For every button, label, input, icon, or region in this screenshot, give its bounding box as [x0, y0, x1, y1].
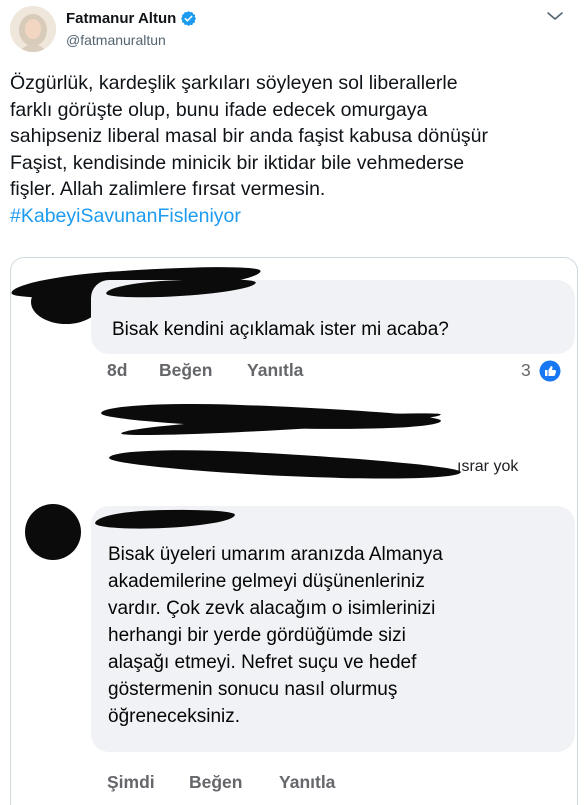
author-name-row: Fatmanur Altun: [66, 10, 197, 27]
hashtag-link[interactable]: #KabeyiSavunanFisleniyor: [10, 205, 241, 227]
tweet-line: farklı görüşte olup, bunu ifade edecek o…: [10, 98, 428, 121]
comment-time: Şimdi: [107, 772, 155, 792]
reply-button[interactable]: Yanıtla: [247, 360, 303, 381]
comment-line: herhangi bir yerde gördüğümde sizi: [108, 625, 406, 646]
reply-button[interactable]: Yanıtla: [279, 772, 335, 793]
tweet-header: Fatmanur Altun @fatmanuraltun: [10, 6, 574, 60]
like-button[interactable]: Beğen: [159, 360, 212, 381]
avatar-image: [10, 6, 56, 52]
comment-text: Bisak kendini açıklamak ister mi acaba?: [112, 319, 449, 340]
tweet-text: Özgürlük, kardeşlik şarkıları söyleyen s…: [10, 70, 570, 229]
tweet-line: Özgürlük, kardeşlik şarkıları söyleyen s…: [10, 72, 458, 94]
comment-line: alaşağı etmeyi. Nefret suçu ve hedef: [108, 652, 417, 673]
tweet-line: sahipseniz liberal masal bir anda faşist…: [10, 125, 489, 147]
more-options-icon[interactable]: [544, 10, 566, 22]
comment-line: Bisak üyeleri umarım aranızda Almanya: [108, 544, 443, 565]
reply-preview-tail: ısrar yok: [457, 458, 519, 475]
verified-badge-icon: [181, 11, 197, 26]
comment-text: Bisak üyeleri umarım aranızda Almanya ak…: [108, 541, 443, 730]
redaction-scribble: [108, 444, 462, 486]
embedded-screenshot[interactable]: Bisak kendini açıklamak ister mi acaba? …: [10, 257, 578, 805]
comment-line: akademilerine gelmeyi düşünenleriniz: [108, 571, 425, 592]
tweet-line: Faşist, kendisinde minicik bir iktidar b…: [10, 151, 465, 174]
comment-line: göstermenin sonucu nasıl olurmuş: [108, 679, 398, 700]
tweet-line: fişler. Allah zalimlere fırsat vermesin.: [10, 178, 326, 200]
comment-line: vardır. Çok zevk alacağım o isimlerinizi: [108, 598, 436, 619]
like-button[interactable]: Beğen: [189, 772, 242, 793]
author-handle[interactable]: @fatmanuraltun: [66, 32, 166, 48]
redaction-scribble: [25, 504, 81, 560]
comment-time: 8d: [107, 360, 128, 380]
reaction-count: 3: [521, 360, 531, 380]
like-reaction-icon: [539, 360, 561, 382]
comment-line: öğreneceksiniz.: [108, 706, 241, 727]
avatar[interactable]: [10, 6, 56, 52]
author-name[interactable]: Fatmanur Altun: [66, 10, 176, 27]
